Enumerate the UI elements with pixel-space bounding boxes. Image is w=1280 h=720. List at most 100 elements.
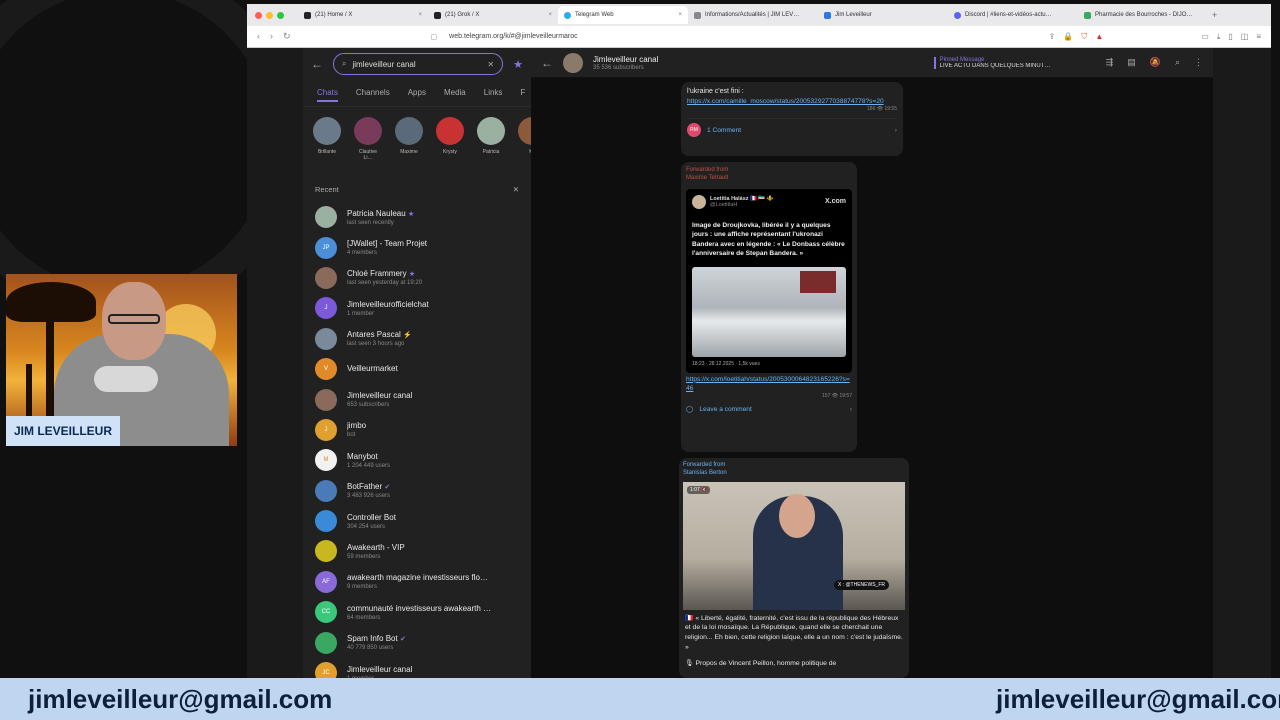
chat-list-item[interactable]: Jimleveilleur canal 653 subscribers	[303, 384, 531, 414]
forwarded-from-name[interactable]: Maxime Tetrault	[686, 175, 852, 183]
chat-title: Veilleurmarket	[347, 363, 398, 373]
url-field[interactable]: web.telegram.org/k/#@jimleveilleurmaroc	[449, 33, 1048, 40]
video-player[interactable]: 1:07 🔇 X : @THENEWS_FR	[683, 481, 905, 610]
channel-name: Jimleveilleur canal	[593, 54, 659, 64]
leave-comment-button[interactable]: ◯ Leave a comment ›	[686, 405, 852, 414]
chat-list-item[interactable]: M Manybot 1 204 449 users	[303, 445, 531, 475]
forward-icon[interactable]: ›	[270, 31, 273, 42]
chat-list-item[interactable]: Spam Info Bot ✔ 40 779 850 users	[303, 627, 531, 657]
discussion-icon[interactable]: ▤	[1127, 57, 1136, 68]
wallet-icon[interactable]: ▭	[1201, 32, 1209, 42]
chat-badge-icon: ★	[407, 210, 415, 218]
more-icon[interactable]: ⋮	[1194, 57, 1203, 68]
chat-avatar	[315, 631, 337, 654]
chat-avatar: M	[315, 449, 337, 472]
chat-list-item[interactable]: Controller Bot 304 254 users	[303, 506, 531, 536]
tweet-author-avatar	[692, 194, 706, 209]
chat-subtitle: last seen yesterday at 19:20	[347, 280, 423, 287]
chat-list-item[interactable]: Antares Pascal ⚡ last seen 3 hours ago	[303, 324, 531, 354]
tab-apps[interactable]: Apps	[408, 88, 426, 102]
video-person-head	[779, 493, 815, 538]
tab-jim-leveilleur[interactable]: Jim Leveilleur	[818, 6, 948, 24]
reload-icon[interactable]: ↻	[283, 31, 291, 42]
menu-icon[interactable]: ≡	[1256, 32, 1261, 42]
chat-list-item[interactable]: J Jimleveilleurofficielchat 1 member	[303, 293, 531, 323]
back-arrow-icon[interactable]: ←	[311, 57, 323, 71]
chat-list-item[interactable]: BotFather ✔ 3 483 926 users	[303, 476, 531, 506]
chat-list-item[interactable]: JCJimleveilleur canal 1 member	[303, 658, 531, 678]
tab-label: Jim Leveilleur	[835, 12, 872, 18]
message-link[interactable]: https://x.com/loetitiah/status/200530006…	[686, 375, 852, 393]
person-name: Brillante	[317, 149, 337, 155]
channel-header: ← Jimleveilleur canal 35 536 subscribers…	[531, 48, 1213, 78]
chat-list-item[interactable]: Awakearth - VIP 59 members	[303, 536, 531, 566]
maximize-window-button[interactable]	[277, 11, 284, 19]
top-person-item[interactable]: Patricia	[477, 117, 505, 161]
tab-informations[interactable]: Informations/Actualités | JIM LEV…	[688, 6, 818, 24]
tab-telegram[interactable]: Telegram Web ×	[558, 6, 688, 24]
top-person-item[interactable]: Krysty	[436, 117, 464, 161]
share-icon[interactable]: ⇪	[1049, 32, 1056, 42]
chat-list-item[interactable]: AF awakearth magazine investisseurs flo… …	[303, 567, 531, 597]
tab-x-home[interactable]: (21) Home / X ×	[298, 6, 428, 24]
back-icon[interactable]: ‹	[257, 31, 260, 42]
chat-title: awakearth magazine investisseurs flo…	[347, 573, 488, 583]
chat-badge-icon: ★	[408, 271, 416, 279]
chat-list-item[interactable]: Patricia Nauleau ★ last seen recently	[303, 202, 531, 232]
bookmark-icon[interactable]: ▢	[431, 33, 438, 41]
top-person-item[interactable]: Clautive Li…	[354, 117, 382, 161]
search-input[interactable]: ⌕ jimleveilleur canal ✕	[333, 53, 504, 75]
close-tab-icon[interactable]: ×	[548, 12, 552, 18]
chat-list-item[interactable]: Jjimbo bot	[303, 415, 531, 445]
back-arrow-icon[interactable]: ←	[541, 56, 553, 70]
clear-search-icon[interactable]: ✕	[487, 60, 494, 69]
tab-x-grok[interactable]: (21) Grok / X ×	[428, 6, 558, 24]
channel-title[interactable]: Jimleveilleur canal 35 536 subscribers	[593, 55, 658, 71]
tab-discord[interactable]: Discord | #liens-et-vidéos-actu…	[948, 6, 1078, 24]
close-window-button[interactable]	[255, 11, 262, 19]
live-stream-icon[interactable]: ⇶	[1106, 57, 1114, 68]
tweet-card[interactable]: Loetitia Halász 🇫🇷 🇸🇾 ⚜️ @LoetitiaH X.co…	[686, 188, 852, 373]
tab-pharmacie[interactable]: Pharmacie des Bourroches - DIJO…	[1078, 6, 1208, 24]
tweet-text: Image de Droujkovka, libérée il y a quel…	[692, 221, 845, 258]
top-person-item[interactable]: Brillante	[313, 117, 341, 161]
message-meta: 157 👁 19:57	[822, 393, 852, 400]
clear-recent-icon[interactable]: ✕	[513, 185, 519, 194]
download-icon[interactable]: ⤓	[1217, 32, 1221, 42]
tab-channels[interactable]: Channels	[356, 88, 390, 102]
rewards-icon[interactable]: ▲	[1095, 32, 1103, 42]
close-tab-icon[interactable]: ×	[418, 12, 422, 18]
chat-list-item[interactable]: JP [JWallet] - Team Projet 4 members	[303, 232, 531, 262]
extensions-icon[interactable]: ◫	[1241, 32, 1249, 42]
person-avatar	[313, 117, 341, 145]
tab-label: Informations/Actualités | JIM LEV…	[705, 12, 800, 18]
chat-subtitle: 653 subscribers	[347, 402, 390, 409]
channel-avatar[interactable]	[563, 52, 583, 73]
sidebar-icon[interactable]: ▯	[1228, 32, 1232, 42]
tab-chats[interactable]: Chats	[317, 88, 338, 102]
tab-files[interactable]: F	[520, 88, 525, 102]
minimize-window-button[interactable]	[266, 11, 273, 19]
top-person-item[interactable]: Maxime	[395, 117, 423, 161]
tweet-image[interactable]	[692, 266, 846, 357]
lock-icon[interactable]: 🔒	[1063, 32, 1073, 42]
message-link[interactable]: https://x.com/camille_moscow/status/2005…	[687, 97, 897, 106]
mute-icon[interactable]: 🔕	[1150, 57, 1161, 68]
brave-shield-icon[interactable]: ⛉	[1081, 32, 1087, 42]
tab-media[interactable]: Media	[444, 88, 466, 102]
chat-list-item[interactable]: Chloé Frammery ★ last seen yesterday at 1…	[303, 263, 531, 293]
forwarded-from-name[interactable]: Stanislas Berton	[683, 470, 905, 478]
chat-list-item[interactable]: CC communauté investisseurs awakearth … 6…	[303, 597, 531, 627]
tab-links[interactable]: Links	[484, 88, 503, 102]
comments-button[interactable]: RM 1 Comment ›	[687, 118, 897, 138]
close-tab-icon[interactable]: ×	[678, 12, 682, 18]
chat-avatar: J	[315, 297, 337, 320]
star-icon[interactable]: ★	[513, 58, 523, 71]
person-name: Krysty	[443, 149, 457, 155]
chat-list-item[interactable]: V Veilleurmarket	[303, 354, 531, 384]
chat-avatar	[315, 510, 337, 533]
search-icon[interactable]: ⌕	[1175, 57, 1180, 68]
chat-title: jimbo	[347, 421, 367, 431]
new-tab-button[interactable]: +	[1212, 10, 1217, 20]
pinned-message[interactable]: Pinned Message LIVE ACTU DANS QUELQUES M…	[933, 56, 1084, 69]
